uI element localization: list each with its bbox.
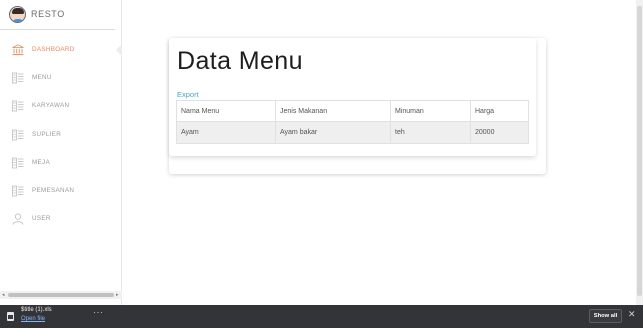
column-header-jenis-makanan: Jenis Makanan xyxy=(275,100,391,122)
page-vertical-scrollbar[interactable] xyxy=(636,0,643,305)
table-cell: 20000 xyxy=(470,121,529,144)
sidebar-item-menu[interactable]: MENU xyxy=(0,64,122,92)
table-header-row: Nama Menu Jenis Makanan Minuman Harga xyxy=(176,100,529,122)
sidebar-horizontal-scrollbar[interactable]: ◂ ▸ xyxy=(0,291,122,299)
avatar-icon xyxy=(9,6,26,23)
sidebar-item-meja[interactable]: MEJA xyxy=(0,149,122,177)
menu-table: Nama Menu Jenis Makanan Minuman Harga Ay… xyxy=(176,100,529,144)
list-icon xyxy=(12,101,24,112)
sidebar-item-label: MENU xyxy=(32,74,52,82)
sidebar-item-user[interactable]: USER xyxy=(0,205,122,233)
sidebar-item-label: SUPLIER xyxy=(32,130,62,138)
sidebar-item-suplier[interactable]: SUPLIER xyxy=(0,121,122,149)
sidebar-item-label: PEMESANAN xyxy=(32,186,75,194)
more-options-icon[interactable]: ··· xyxy=(93,307,104,317)
sidebar-nav: DASHBOARD MENU KARYAWAN SUPLIER MEJA PEM… xyxy=(0,36,122,233)
sidebar-item-label: MEJA xyxy=(32,158,50,166)
close-icon[interactable]: ✕ xyxy=(628,309,636,320)
brand-name: RESTO xyxy=(31,9,65,19)
table-row: Ayam Ayam bakar teh 20000 xyxy=(176,121,529,144)
table-cell: Ayam bakar xyxy=(275,121,391,144)
sidebar: RESTO DASHBOARD MENU KARYAWAN SUPLIER ME… xyxy=(0,0,122,305)
table-cell: Ayam xyxy=(176,121,276,144)
column-header-harga: Harga xyxy=(470,100,529,122)
sidebar-item-label: KARYAWAN xyxy=(32,102,70,110)
scroll-right-icon[interactable]: ▸ xyxy=(116,292,119,298)
list-icon xyxy=(12,129,24,140)
export-link[interactable]: Export xyxy=(177,90,199,99)
bank-icon xyxy=(12,44,24,56)
list-icon xyxy=(12,185,24,197)
sidebar-item-pemesanan[interactable]: PEMESANAN xyxy=(0,177,122,205)
column-header-minuman: Minuman xyxy=(390,100,471,122)
open-file-link[interactable]: Open file xyxy=(21,316,45,322)
list-icon xyxy=(12,157,24,169)
download-file-name[interactable]: $title (1).xls xyxy=(21,307,52,313)
show-all-button[interactable]: Show all xyxy=(589,309,622,323)
scrollbar-thumb[interactable] xyxy=(637,6,642,296)
scrollbar-thumb[interactable] xyxy=(8,293,114,297)
table-cell: teh xyxy=(390,121,471,144)
sidebar-item-label: DASHBOARD xyxy=(32,46,75,53)
sidebar-item-label: USER xyxy=(32,215,51,223)
column-header-nama-menu: Nama Menu xyxy=(176,100,276,122)
list-icon xyxy=(12,72,24,84)
sidebar-item-dashboard[interactable]: DASHBOARD xyxy=(0,36,122,64)
brand-header: RESTO xyxy=(0,0,115,30)
excel-file-icon xyxy=(7,312,14,321)
scroll-left-icon[interactable]: ◂ xyxy=(2,292,5,298)
page-title: Data Menu xyxy=(177,47,303,75)
user-icon xyxy=(12,213,24,225)
sidebar-item-karyawan[interactable]: KARYAWAN xyxy=(0,92,122,120)
